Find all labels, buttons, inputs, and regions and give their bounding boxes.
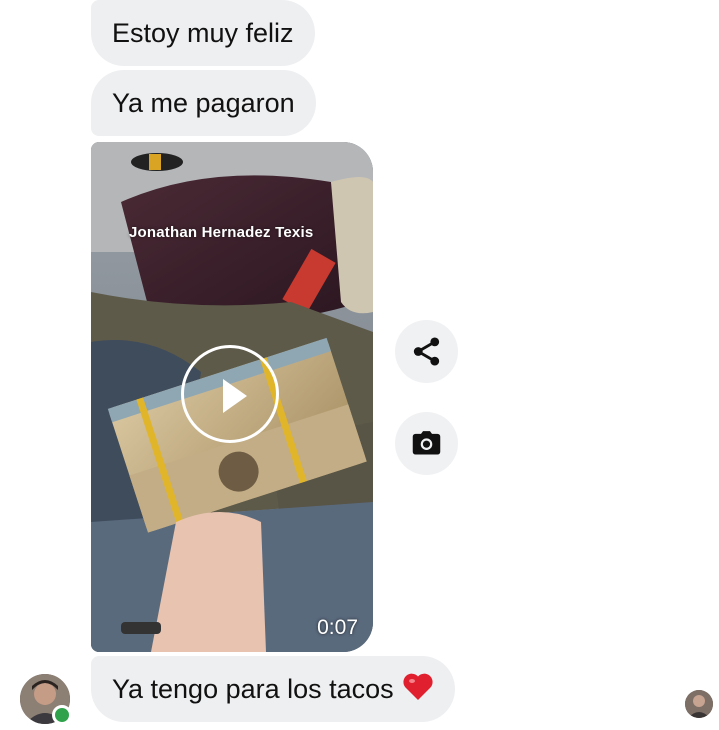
message-bubble[interactable]: Estoy muy feliz [91, 0, 315, 66]
heart-icon [403, 673, 433, 700]
read-receipt-avatar [685, 690, 713, 718]
video-watermark: Jonathan Hernadez Texis [129, 224, 314, 241]
message-text: Ya me pagaron [112, 88, 295, 118]
message-text: Estoy muy feliz [112, 18, 294, 48]
message-text: Ya tengo para los tacos [112, 674, 394, 704]
read-receipt-image [685, 690, 713, 718]
share-icon [413, 337, 440, 366]
video-duration: 0:07 [317, 616, 358, 639]
share-button[interactable] [395, 320, 458, 383]
camera-button[interactable] [395, 412, 458, 475]
message-bubble[interactable]: Ya me pagaron [91, 70, 316, 136]
play-icon [223, 379, 247, 413]
camera-icon [412, 431, 441, 455]
video-message[interactable]: Jonathan Hernadez Texis 0:07 [91, 142, 373, 652]
message-bubble[interactable]: Ya tengo para los tacos [91, 656, 455, 722]
play-button[interactable] [181, 345, 279, 443]
online-status-dot [52, 705, 72, 725]
